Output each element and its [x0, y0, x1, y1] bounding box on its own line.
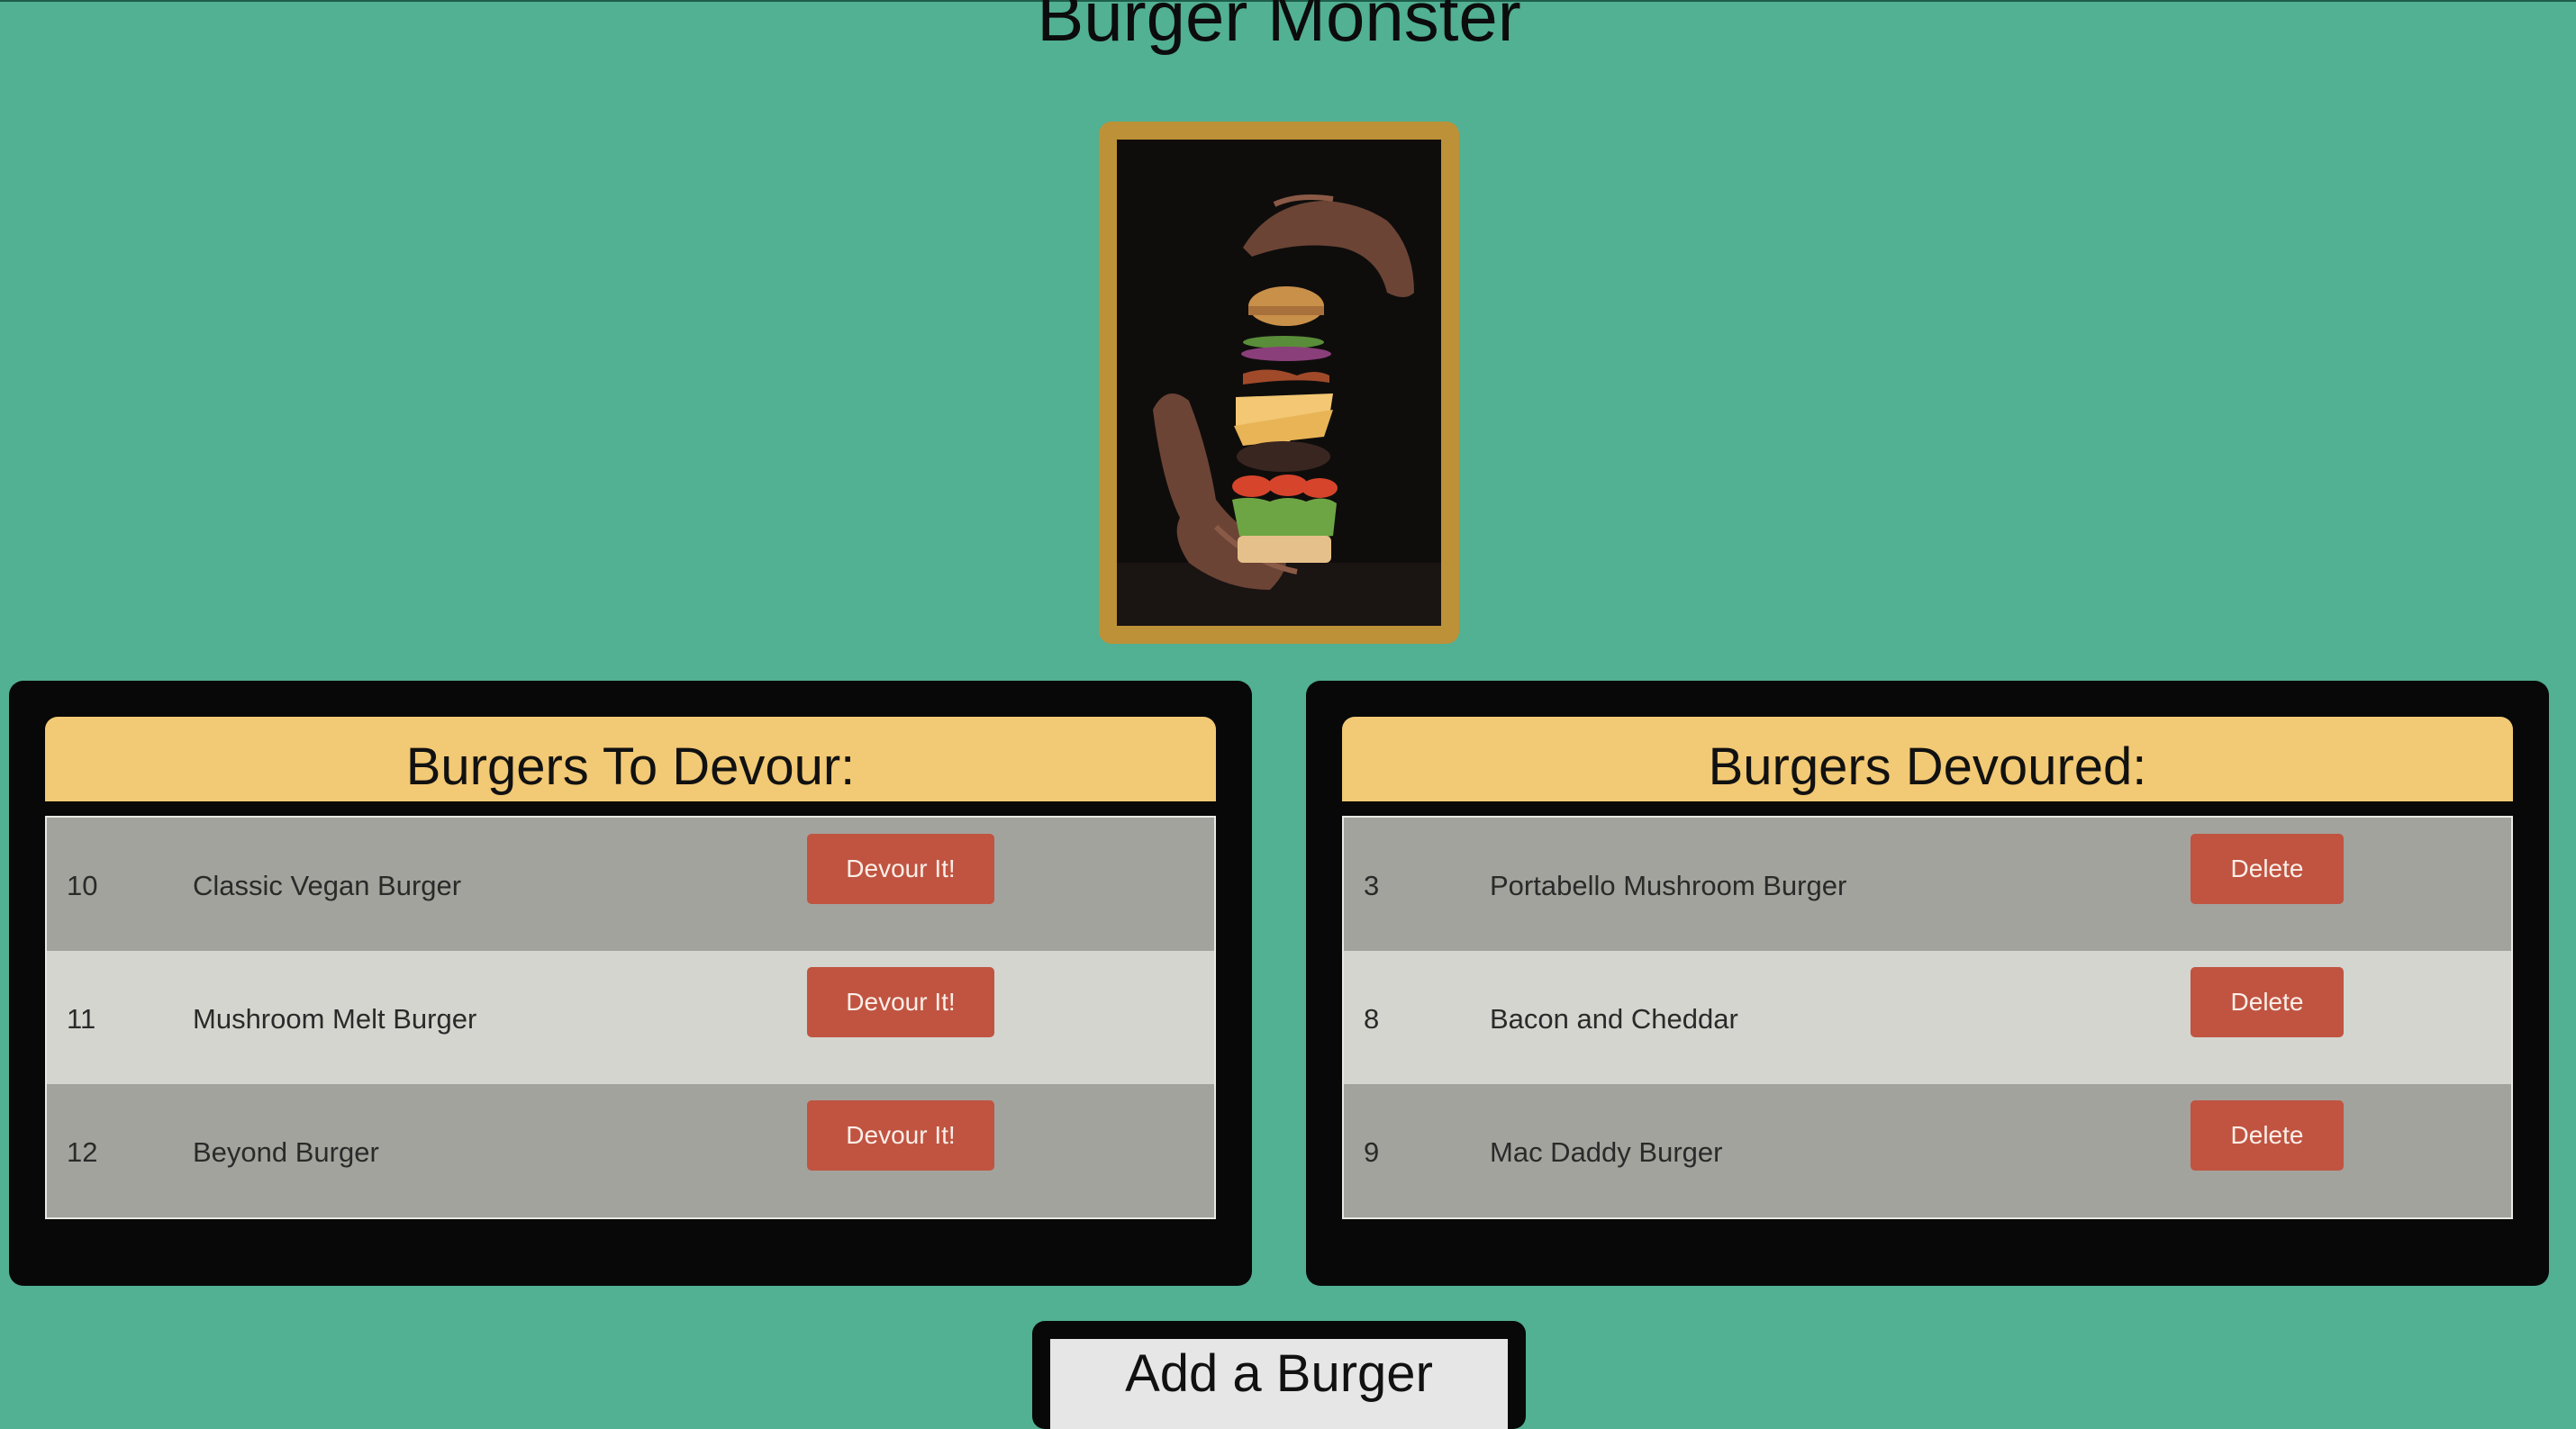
burger-id: 10 [67, 870, 98, 901]
burger-name: Mac Daddy Burger [1490, 1136, 1723, 1168]
hero-image-frame [1099, 122, 1459, 644]
devour-button[interactable]: Devour It! [807, 1100, 994, 1171]
delete-button[interactable]: Delete [2191, 834, 2344, 904]
to-devour-list: 10 Classic Vegan Burger Devour It! 11 Mu… [45, 816, 1216, 1219]
add-burger-heading: Add a Burger [1050, 1339, 1508, 1429]
list-item: 11 Mushroom Melt Burger Devour It! [47, 951, 1214, 1084]
list-item: 10 Classic Vegan Burger Devour It! [47, 818, 1214, 951]
burger-name: Mushroom Melt Burger [193, 1003, 477, 1035]
burger-name: Beyond Burger [193, 1136, 379, 1168]
list-item: 3 Portabello Mushroom Burger Delete [1344, 818, 2511, 951]
list-item: 8 Bacon and Cheddar Delete [1344, 951, 2511, 1084]
burger-id: 8 [1364, 1003, 1380, 1035]
burger-id: 12 [67, 1136, 98, 1168]
burger-id: 11 [67, 1003, 96, 1035]
delete-button[interactable]: Delete [2191, 1100, 2344, 1171]
to-devour-heading: Burgers To Devour: [45, 717, 1216, 801]
page-title: Burger Monster [1037, 0, 1521, 56]
devoured-heading: Burgers Devoured: [1342, 717, 2513, 801]
burger-id: 9 [1364, 1136, 1380, 1168]
devoured-list: 3 Portabello Mushroom Burger Delete 8 Ba… [1342, 816, 2513, 1219]
add-burger-section: Add a Burger [1032, 1321, 1526, 1429]
burger-name: Bacon and Cheddar [1490, 1003, 1738, 1035]
burger-name: Portabello Mushroom Burger [1490, 870, 1847, 901]
devour-button[interactable]: Devour It! [807, 834, 994, 904]
list-item: 12 Beyond Burger Devour It! [47, 1084, 1214, 1217]
devour-button[interactable]: Devour It! [807, 967, 994, 1037]
burgers-devoured-panel: Burgers Devoured: 3 Portabello Mushroom … [1306, 681, 2549, 1286]
burger-hero-image [1117, 140, 1441, 626]
burger-name: Classic Vegan Burger [193, 870, 462, 901]
delete-button[interactable]: Delete [2191, 967, 2344, 1037]
burgers-to-devour-panel: Burgers To Devour: 10 Classic Vegan Burg… [9, 681, 1252, 1286]
list-item: 9 Mac Daddy Burger Delete [1344, 1084, 2511, 1217]
burger-id: 3 [1364, 870, 1380, 901]
